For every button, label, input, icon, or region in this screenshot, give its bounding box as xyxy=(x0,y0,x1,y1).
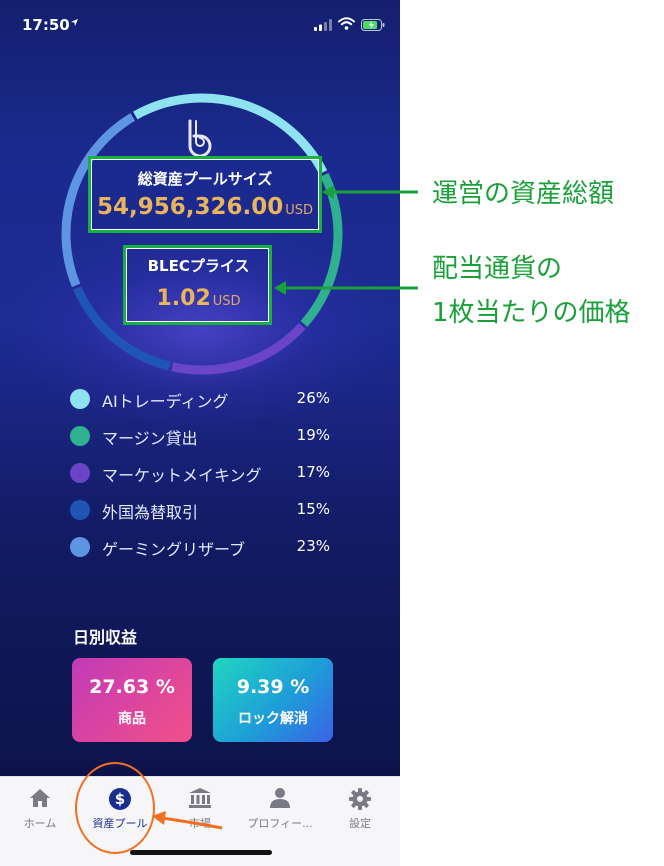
active-tab-highlight-circle xyxy=(75,762,155,854)
price-note-line2: 1枚当たりの価格 xyxy=(432,298,631,328)
green-arrow-total xyxy=(322,185,418,199)
orange-arrow-tab xyxy=(152,811,223,830)
total-assets-note: 運営の資産総額 xyxy=(432,179,615,209)
price-note-line1: 配当通貨の xyxy=(432,254,563,284)
green-arrow-price xyxy=(274,281,418,295)
annotation-arrows xyxy=(152,185,418,830)
